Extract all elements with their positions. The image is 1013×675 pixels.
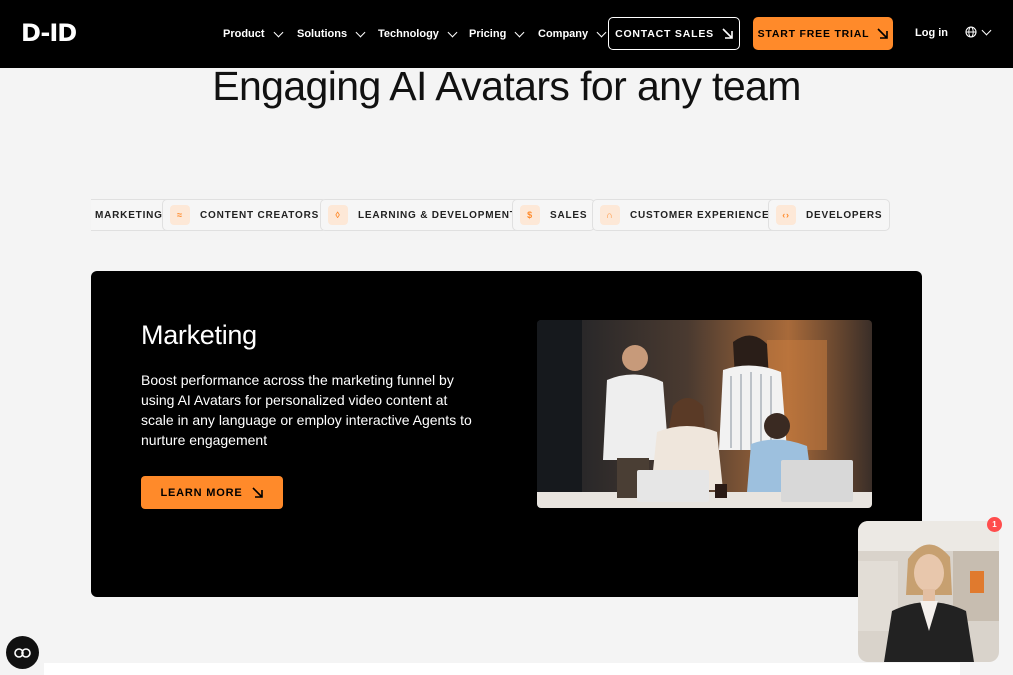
nav-company[interactable]: Company: [538, 26, 607, 42]
chevron-down-icon: [596, 27, 607, 37]
learn-more-label: LEARN MORE: [160, 486, 243, 499]
chip-customer-experience-label: CUSTOMER EXPERIENCE: [630, 209, 770, 221]
chip-customer-experience[interactable]: ∩ CUSTOMER EXPERIENCE: [592, 199, 778, 231]
code-icon: ‹›: [776, 205, 796, 225]
chip-marketing[interactable]: ✦ MARKETING: [91, 199, 171, 231]
chevron-down-icon: [981, 25, 992, 35]
chip-content-creators-label: CONTENT CREATORS: [200, 209, 320, 221]
dollar-icon: $: [520, 205, 540, 225]
chip-developers[interactable]: ‹› DEVELOPERS: [768, 199, 891, 231]
headset-icon: ∩: [600, 205, 620, 225]
hero-title: Engaging AI Avatars for any team: [212, 63, 801, 109]
avatar-video-widget[interactable]: [858, 521, 999, 662]
globe-icon: [965, 26, 977, 38]
chip-content-creators[interactable]: ≈ CONTENT CREATORS: [162, 199, 328, 231]
chip-learning-development[interactable]: ◊ LEARNING & DEVELOPMENT: [320, 199, 525, 231]
chevron-down-icon: [514, 27, 525, 37]
nav-product[interactable]: Product: [223, 26, 284, 42]
chevron-down-icon: [355, 27, 366, 37]
nav-company-label: Company: [538, 28, 589, 40]
notification-badge: 1: [987, 517, 1002, 532]
nav-pricing-label: Pricing: [469, 28, 507, 40]
arrow-down-right-icon: [877, 28, 889, 39]
contact-sales-label: CONTACT SALES: [615, 27, 714, 40]
start-free-trial-label: START FREE TRIAL: [757, 27, 870, 40]
chip-developers-label: DEVELOPERS: [806, 209, 883, 221]
chip-marketing-label: MARKETING: [95, 209, 163, 221]
top-navbar: D-ID Product Solutions Technology Pricin…: [0, 0, 1013, 68]
start-free-trial-button[interactable]: START FREE TRIAL: [753, 17, 893, 50]
book-icon: ◊: [328, 205, 348, 225]
login-link[interactable]: Log in: [915, 27, 948, 39]
nav-product-label: Product: [223, 28, 265, 40]
link-icon-button[interactable]: [6, 636, 39, 669]
link-icon: [14, 647, 31, 658]
card-title: Marketing: [141, 320, 257, 350]
nav-pricing[interactable]: Pricing: [469, 26, 525, 42]
nav-technology[interactable]: Technology: [378, 26, 458, 42]
arrow-down-right-icon: [722, 28, 733, 39]
logo-text: D-ID: [21, 19, 77, 47]
nav-technology-label: Technology: [378, 28, 439, 40]
chevron-down-icon: [273, 27, 284, 37]
contact-sales-button[interactable]: CONTACT SALES: [608, 17, 740, 50]
d-id-logo[interactable]: D-ID: [21, 17, 77, 49]
card-description: Boost performance across the marketing f…: [141, 372, 472, 448]
language-selector[interactable]: [965, 25, 992, 38]
next-section-edge: [44, 663, 960, 675]
chip-learning-label: LEARNING & DEVELOPMENT: [358, 209, 517, 221]
arrow-down-right-icon: [252, 487, 264, 498]
marketing-team-photo: [537, 320, 872, 508]
nav-solutions-label: Solutions: [297, 28, 348, 40]
chip-sales[interactable]: $ SALES: [512, 199, 596, 231]
chevron-down-icon: [447, 27, 458, 37]
category-chips: ✦ MARKETING ≈ CONTENT CREATORS ◊ LEARNIN…: [91, 199, 891, 232]
learn-more-button[interactable]: LEARN MORE: [141, 476, 283, 509]
chip-sales-label: SALES: [550, 209, 588, 221]
pen-icon: ≈: [170, 205, 190, 225]
nav-solutions[interactable]: Solutions: [297, 26, 366, 42]
